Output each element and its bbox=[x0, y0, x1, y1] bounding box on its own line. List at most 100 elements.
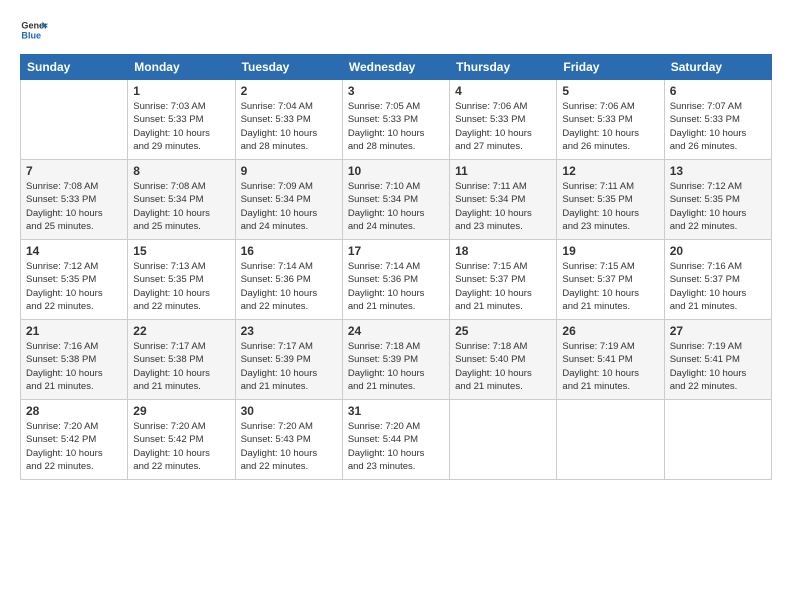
day-number: 23 bbox=[241, 324, 337, 338]
calendar-cell: 5 Sunrise: 7:06 AM Sunset: 5:33 PM Daylig… bbox=[557, 80, 664, 160]
day-number: 10 bbox=[348, 164, 444, 178]
day-number: 12 bbox=[562, 164, 658, 178]
day-number: 22 bbox=[133, 324, 229, 338]
day-info: Sunrise: 7:17 AM Sunset: 5:39 PM Dayligh… bbox=[241, 340, 337, 393]
week-row-4: 21 Sunrise: 7:16 AM Sunset: 5:38 PM Dayli… bbox=[21, 320, 772, 400]
day-number: 25 bbox=[455, 324, 551, 338]
calendar-cell: 11 Sunrise: 7:11 AM Sunset: 5:34 PM Dayli… bbox=[450, 160, 557, 240]
calendar-cell: 22Sunrise: 7:17 AM Sunset: 5:38 PM Dayli… bbox=[128, 320, 235, 400]
logo: General Blue bbox=[20, 16, 50, 44]
calendar-cell: 30 Sunrise: 7:20 AM Sunset: 5:43 PM Dayli… bbox=[235, 400, 342, 480]
day-number: 4 bbox=[455, 84, 551, 98]
header: General Blue bbox=[20, 16, 772, 44]
calendar-cell: 13 Sunrise: 7:12 AM Sunset: 5:35 PM Dayli… bbox=[664, 160, 771, 240]
day-number: 5 bbox=[562, 84, 658, 98]
day-number: 6 bbox=[670, 84, 766, 98]
calendar-cell: 29 Sunrise: 7:20 AM Sunset: 5:42 PM Dayli… bbox=[128, 400, 235, 480]
calendar-cell: 21 Sunrise: 7:16 AM Sunset: 5:38 PM Dayli… bbox=[21, 320, 128, 400]
day-info: Sunrise: 7:11 AM Sunset: 5:34 PM Dayligh… bbox=[455, 180, 551, 233]
day-number: 20 bbox=[670, 244, 766, 258]
day-info: Sunrise: 7:19 AM Sunset: 5:41 PM Dayligh… bbox=[562, 340, 658, 393]
calendar-cell: 27Sunrise: 7:19 AM Sunset: 5:41 PM Dayli… bbox=[664, 320, 771, 400]
calendar-cell: 16 Sunrise: 7:14 AM Sunset: 5:36 PM Dayli… bbox=[235, 240, 342, 320]
day-info: Sunrise: 7:07 AM Sunset: 5:33 PM Dayligh… bbox=[670, 100, 766, 153]
calendar-cell: 25 Sunrise: 7:18 AM Sunset: 5:40 PM Dayli… bbox=[450, 320, 557, 400]
day-info: Sunrise: 7:11 AM Sunset: 5:35 PM Dayligh… bbox=[562, 180, 658, 233]
day-info: Sunrise: 7:20 AM Sunset: 5:43 PM Dayligh… bbox=[241, 420, 337, 473]
calendar-cell: 4 Sunrise: 7:06 AM Sunset: 5:33 PM Daylig… bbox=[450, 80, 557, 160]
day-number: 17 bbox=[348, 244, 444, 258]
weekday-header-wednesday: Wednesday bbox=[342, 55, 449, 80]
day-info: Sunrise: 7:12 AM Sunset: 5:35 PM Dayligh… bbox=[670, 180, 766, 233]
day-number: 30 bbox=[241, 404, 337, 418]
day-info: Sunrise: 7:04 AM Sunset: 5:33 PM Dayligh… bbox=[241, 100, 337, 153]
day-number: 15 bbox=[133, 244, 229, 258]
day-number: 19 bbox=[562, 244, 658, 258]
day-number: 13 bbox=[670, 164, 766, 178]
weekday-header-thursday: Thursday bbox=[450, 55, 557, 80]
day-info: Sunrise: 7:20 AM Sunset: 5:42 PM Dayligh… bbox=[26, 420, 122, 473]
calendar-cell: 10 Sunrise: 7:10 AM Sunset: 5:34 PM Dayli… bbox=[342, 160, 449, 240]
day-number: 21 bbox=[26, 324, 122, 338]
day-number: 26 bbox=[562, 324, 658, 338]
calendar-cell bbox=[664, 400, 771, 480]
day-info: Sunrise: 7:18 AM Sunset: 5:40 PM Dayligh… bbox=[455, 340, 551, 393]
day-info: Sunrise: 7:19 AM Sunset: 5:41 PM Dayligh… bbox=[670, 340, 766, 393]
calendar-cell: 9Sunrise: 7:09 AM Sunset: 5:34 PM Daylig… bbox=[235, 160, 342, 240]
calendar-cell: 7Sunrise: 7:08 AM Sunset: 5:33 PM Daylig… bbox=[21, 160, 128, 240]
weekday-header-tuesday: Tuesday bbox=[235, 55, 342, 80]
day-number: 2 bbox=[241, 84, 337, 98]
day-number: 14 bbox=[26, 244, 122, 258]
calendar-cell: 17Sunrise: 7:14 AM Sunset: 5:36 PM Dayli… bbox=[342, 240, 449, 320]
calendar-cell: 14 Sunrise: 7:12 AM Sunset: 5:35 PM Dayli… bbox=[21, 240, 128, 320]
day-number: 9 bbox=[241, 164, 337, 178]
day-number: 18 bbox=[455, 244, 551, 258]
weekday-header-sunday: Sunday bbox=[21, 55, 128, 80]
calendar-cell: 6 Sunrise: 7:07 AM Sunset: 5:33 PM Daylig… bbox=[664, 80, 771, 160]
day-number: 29 bbox=[133, 404, 229, 418]
day-info: Sunrise: 7:12 AM Sunset: 5:35 PM Dayligh… bbox=[26, 260, 122, 313]
calendar-cell: 3Sunrise: 7:05 AM Sunset: 5:33 PM Daylig… bbox=[342, 80, 449, 160]
calendar-cell bbox=[21, 80, 128, 160]
day-info: Sunrise: 7:20 AM Sunset: 5:42 PM Dayligh… bbox=[133, 420, 229, 473]
day-info: Sunrise: 7:14 AM Sunset: 5:36 PM Dayligh… bbox=[241, 260, 337, 313]
weekday-header-monday: Monday bbox=[128, 55, 235, 80]
day-info: Sunrise: 7:08 AM Sunset: 5:34 PM Dayligh… bbox=[133, 180, 229, 233]
day-info: Sunrise: 7:18 AM Sunset: 5:39 PM Dayligh… bbox=[348, 340, 444, 393]
day-number: 31 bbox=[348, 404, 444, 418]
logo-icon: General Blue bbox=[20, 16, 48, 44]
calendar-cell: 12 Sunrise: 7:11 AM Sunset: 5:35 PM Dayli… bbox=[557, 160, 664, 240]
calendar-cell: 24 Sunrise: 7:18 AM Sunset: 5:39 PM Dayli… bbox=[342, 320, 449, 400]
svg-text:Blue: Blue bbox=[21, 30, 41, 40]
calendar-cell bbox=[450, 400, 557, 480]
day-number: 28 bbox=[26, 404, 122, 418]
day-info: Sunrise: 7:06 AM Sunset: 5:33 PM Dayligh… bbox=[562, 100, 658, 153]
calendar-cell: 1Sunrise: 7:03 AM Sunset: 5:33 PM Daylig… bbox=[128, 80, 235, 160]
day-number: 3 bbox=[348, 84, 444, 98]
weekday-header-friday: Friday bbox=[557, 55, 664, 80]
day-info: Sunrise: 7:03 AM Sunset: 5:33 PM Dayligh… bbox=[133, 100, 229, 153]
day-info: Sunrise: 7:20 AM Sunset: 5:44 PM Dayligh… bbox=[348, 420, 444, 473]
calendar-cell: 23 Sunrise: 7:17 AM Sunset: 5:39 PM Dayli… bbox=[235, 320, 342, 400]
day-number: 24 bbox=[348, 324, 444, 338]
week-row-5: 28 Sunrise: 7:20 AM Sunset: 5:42 PM Dayli… bbox=[21, 400, 772, 480]
day-info: Sunrise: 7:16 AM Sunset: 5:38 PM Dayligh… bbox=[26, 340, 122, 393]
day-info: Sunrise: 7:15 AM Sunset: 5:37 PM Dayligh… bbox=[455, 260, 551, 313]
week-row-2: 7Sunrise: 7:08 AM Sunset: 5:33 PM Daylig… bbox=[21, 160, 772, 240]
calendar-cell: 8Sunrise: 7:08 AM Sunset: 5:34 PM Daylig… bbox=[128, 160, 235, 240]
day-number: 7 bbox=[26, 164, 122, 178]
calendar-cell bbox=[557, 400, 664, 480]
day-info: Sunrise: 7:16 AM Sunset: 5:37 PM Dayligh… bbox=[670, 260, 766, 313]
weekday-header-saturday: Saturday bbox=[664, 55, 771, 80]
calendar-cell: 31 Sunrise: 7:20 AM Sunset: 5:44 PM Dayli… bbox=[342, 400, 449, 480]
calendar-cell: 15 Sunrise: 7:13 AM Sunset: 5:35 PM Dayli… bbox=[128, 240, 235, 320]
calendar-cell: 19Sunrise: 7:15 AM Sunset: 5:37 PM Dayli… bbox=[557, 240, 664, 320]
week-row-3: 14 Sunrise: 7:12 AM Sunset: 5:35 PM Dayli… bbox=[21, 240, 772, 320]
day-number: 11 bbox=[455, 164, 551, 178]
day-info: Sunrise: 7:13 AM Sunset: 5:35 PM Dayligh… bbox=[133, 260, 229, 313]
weekday-header-row: SundayMondayTuesdayWednesdayThursdayFrid… bbox=[21, 55, 772, 80]
day-number: 16 bbox=[241, 244, 337, 258]
week-row-1: 1Sunrise: 7:03 AM Sunset: 5:33 PM Daylig… bbox=[21, 80, 772, 160]
day-info: Sunrise: 7:10 AM Sunset: 5:34 PM Dayligh… bbox=[348, 180, 444, 233]
day-info: Sunrise: 7:06 AM Sunset: 5:33 PM Dayligh… bbox=[455, 100, 551, 153]
